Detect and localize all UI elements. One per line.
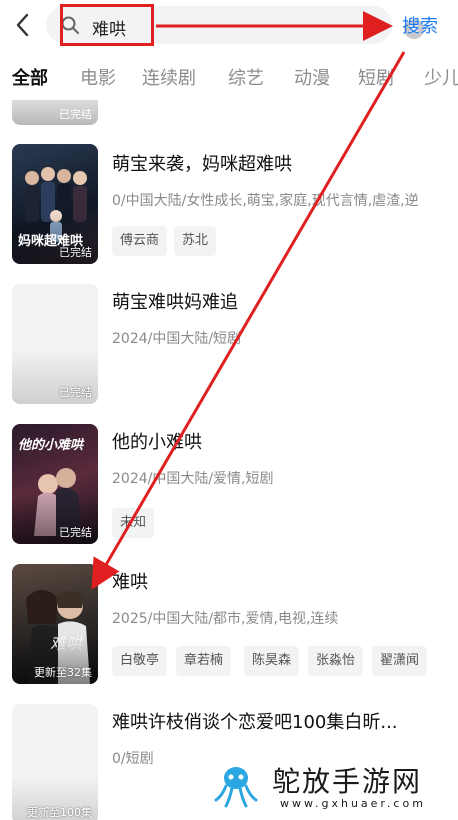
result-item[interactable]: 他的小难哄 已完结 他的小难哄 2024/中国大陆/爱情,短剧 未知 — [0, 424, 458, 554]
poster-thumbnail[interactable]: 已完结 — [12, 284, 98, 404]
search-submit-button[interactable]: 搜索 — [402, 12, 438, 38]
actor-tag[interactable]: 苏北 — [174, 226, 217, 256]
status-badge: 已完结 — [59, 246, 92, 259]
watermark-url: www.gxhuaer.com — [280, 797, 426, 810]
actor-tag[interactable]: 陈昊森 — [244, 646, 300, 676]
watermark-name: 鸵放手游网 — [272, 765, 423, 798]
search-header: 难哄 搜索 — [0, 0, 458, 52]
result-title[interactable]: 萌宝难哄妈难追 — [112, 288, 238, 314]
tab-variety[interactable]: 综艺 — [228, 64, 264, 90]
result-thumbnail-partial[interactable]: 已完结 — [12, 100, 98, 125]
actor-tag[interactable]: 翟潇闻 — [372, 646, 428, 676]
category-tabs: 全部 电影 连续剧 综艺 动漫 短剧 少儿 — [0, 58, 458, 98]
tab-anime[interactable]: 动漫 — [294, 64, 330, 90]
result-item[interactable]: 妈咪超难哄 已完结 萌宝来袭，妈咪超难哄 0/中国大陆/女性成长,萌宝,家庭,现… — [0, 144, 458, 274]
octopus-logo-icon — [214, 767, 258, 808]
status-badge: 更新至32集 — [34, 666, 92, 679]
tab-kids[interactable]: 少儿 — [424, 64, 458, 90]
tab-short[interactable]: 短剧 — [358, 64, 394, 90]
result-item[interactable]: 难哄 更新至32集 难哄 2025/中国大陆/都市,爱情,电视,连续 白敬亭 章… — [0, 564, 458, 694]
poster-thumbnail[interactable]: 难哄 更新至32集 — [12, 564, 98, 684]
result-title[interactable]: 难哄许枝俏谈个恋爱吧100集白昕... — [112, 708, 398, 734]
status-badge: 已完结 — [59, 108, 92, 121]
result-meta: 2024/中国大陆/爱情,短剧 — [112, 471, 274, 487]
actor-tag[interactable]: 白敬亭 — [112, 646, 168, 676]
poster-thumbnail[interactable]: 他的小难哄 已完结 — [12, 424, 98, 544]
poster-thumbnail[interactable]: 更新至100集 — [12, 704, 98, 820]
poster-thumbnail[interactable]: 妈咪超难哄 已完结 — [12, 144, 98, 264]
watermark: 鸵放手游网 www.gxhuaer.com — [212, 760, 452, 816]
poster-title-text: 他的小难哄 — [18, 438, 84, 453]
result-item[interactable]: 已完结 萌宝难哄妈难追 2024/中国大陆/短剧 — [0, 284, 458, 404]
result-title[interactable]: 萌宝来袭，妈咪超难哄 — [112, 150, 292, 176]
back-arrow-icon[interactable] — [10, 10, 36, 40]
status-badge: 更新至100集 — [27, 806, 92, 819]
actor-tag[interactable]: 章若楠 — [176, 646, 232, 676]
result-meta: 2024/中国大陆/短剧 — [112, 331, 242, 347]
result-meta: 0/中国大陆/女性成长,萌宝,家庭,现代言情,虐渣,逆 — [112, 193, 419, 209]
highlight-box — [60, 4, 154, 46]
result-title[interactable]: 他的小难哄 — [112, 428, 202, 454]
actor-tag[interactable]: 未知 — [112, 508, 155, 538]
actor-tag[interactable]: 张淼怡 — [308, 646, 364, 676]
status-badge: 已完结 — [59, 526, 92, 539]
tab-series[interactable]: 连续剧 — [142, 64, 196, 90]
tab-all[interactable]: 全部 — [12, 64, 48, 90]
tab-movies[interactable]: 电影 — [80, 64, 116, 90]
status-badge: 已完结 — [59, 386, 92, 399]
result-meta: 2025/中国大陆/都市,爱情,电视,连续 — [112, 611, 339, 627]
actor-tag[interactable]: 傅云商 — [112, 226, 168, 256]
result-title[interactable]: 难哄 — [112, 568, 148, 594]
